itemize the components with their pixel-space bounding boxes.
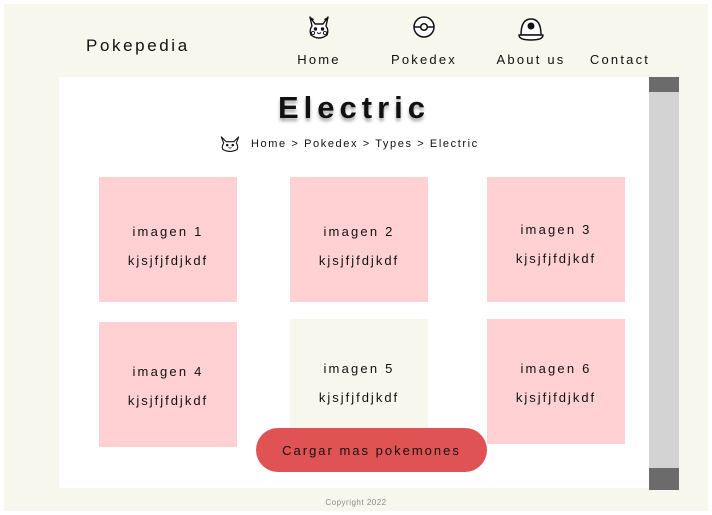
pokemon-card[interactable]: imagen 3 kjsjfjfdjkdf <box>487 177 625 302</box>
copyright-text: Copyright 2022 <box>325 498 387 507</box>
load-more-button[interactable]: Cargar mas pokemones <box>256 428 487 472</box>
card-description: kjsjfjfdjkdf <box>515 251 597 266</box>
card-description: kjsjfjfdjkdf <box>318 390 400 405</box>
nav-contact[interactable]: Contact <box>575 14 665 67</box>
card-title: imagen 1 <box>132 224 204 239</box>
pokemon-card[interactable]: imagen 2 kjsjfjfdjkdf <box>290 177 428 302</box>
nav-contact-label: Contact <box>589 52 651 67</box>
breadcrumb-path: Home > Pokedex > Types > Electric <box>251 138 479 150</box>
nav-pokedex-label: Pokedex <box>391 52 457 67</box>
card-title: imagen 6 <box>520 361 592 376</box>
card-description: kjsjfjfdjkdf <box>318 253 400 268</box>
content-panel: Electric Home > Pokedex > Types > Electr… <box>59 77 649 488</box>
card-title: imagen 4 <box>132 364 204 379</box>
nav-about-us-label: About us <box>496 52 566 67</box>
nav-home[interactable]: Home <box>274 14 364 67</box>
pokemon-card[interactable]: imagen 6 kjsjfjfdjkdf <box>487 319 625 444</box>
nav-about-us[interactable]: About us <box>486 14 576 67</box>
trainer-cap-icon <box>518 18 544 41</box>
card-description: kjsjfjfdjkdf <box>127 393 209 408</box>
card-title: imagen 5 <box>323 361 395 376</box>
nav-pokedex[interactable]: Pokedex <box>379 14 469 67</box>
pokeball-icon <box>413 16 435 38</box>
scroll-up-button[interactable] <box>649 77 679 92</box>
scroll-down-button[interactable] <box>649 468 679 490</box>
pokemon-card[interactable]: imagen 4 kjsjfjfdjkdf <box>99 322 237 447</box>
brand-logo[interactable]: Pokepedia <box>86 36 190 56</box>
card-description: kjsjfjfdjkdf <box>515 390 597 405</box>
vertical-scrollbar[interactable] <box>649 77 679 490</box>
card-title: imagen 3 <box>520 222 592 237</box>
pikachu-icon <box>309 16 329 39</box>
card-title: imagen 2 <box>323 224 395 239</box>
pikachu-icon <box>220 136 240 153</box>
card-description: kjsjfjfdjkdf <box>127 253 209 268</box>
pokemon-card[interactable]: imagen 5 kjsjfjfdjkdf <box>290 319 428 444</box>
pokemon-card[interactable]: imagen 1 kjsjfjfdjkdf <box>99 177 237 302</box>
nav-home-label: Home <box>297 52 341 67</box>
page-title: Electric <box>277 90 430 125</box>
breadcrumb: Home > Pokedex > Types > Electric <box>219 135 479 153</box>
